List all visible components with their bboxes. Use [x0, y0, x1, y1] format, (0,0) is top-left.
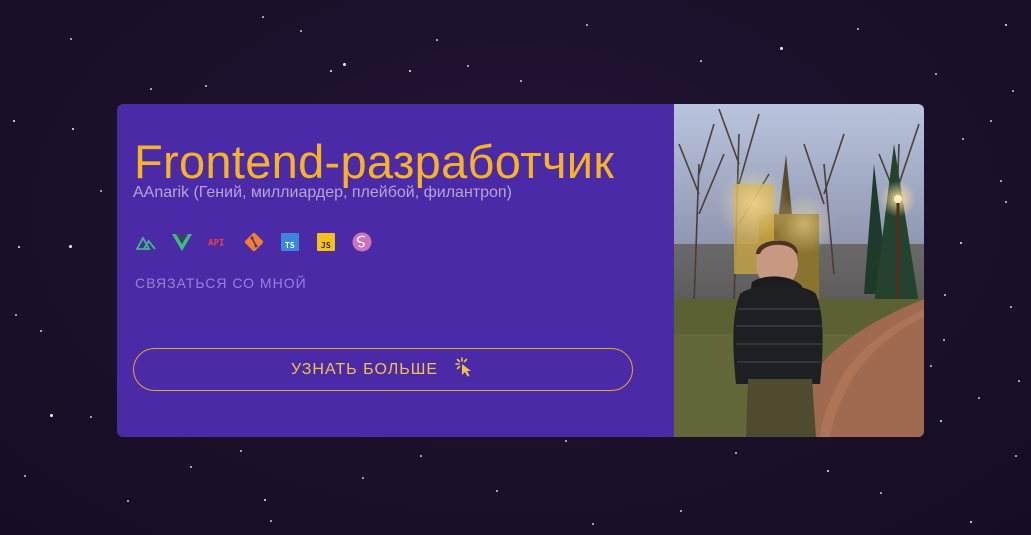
nuxt-icon	[136, 232, 156, 252]
git-icon	[244, 232, 264, 252]
page-title: Frontend-разработчик	[134, 135, 615, 188]
card-content: Frontend-разработчик AAnarik (Гений, мил…	[117, 104, 674, 437]
star	[1015, 455, 1017, 457]
star	[1005, 24, 1007, 26]
star	[343, 63, 346, 66]
star	[467, 65, 469, 67]
svg-text:API: API	[208, 239, 224, 248]
svg-text:JS: JS	[321, 241, 331, 250]
star	[935, 73, 937, 75]
star	[1005, 201, 1007, 203]
svg-text:TS: TS	[285, 241, 295, 250]
profile-photo	[674, 104, 924, 437]
subtitle: AAnarik (Гений, миллиардер, плейбой, фил…	[133, 184, 512, 201]
star	[40, 330, 42, 332]
star	[857, 28, 859, 30]
star	[962, 138, 964, 140]
vue-icon	[172, 232, 192, 252]
profile-card: Frontend-разработчик AAnarik (Гений, мил…	[117, 104, 924, 437]
star	[264, 499, 266, 501]
star	[420, 455, 422, 457]
contact-link[interactable]: СВЯЗАТЬСЯ СО МНОЙ	[135, 275, 307, 291]
pointer-click-icon	[455, 357, 475, 382]
tech-stack-icons: API TS JS	[136, 232, 388, 252]
star	[72, 128, 74, 130]
learn-more-label: УЗНАТЬ БОЛЬШЕ	[290, 360, 439, 378]
star	[735, 452, 737, 454]
star	[70, 38, 72, 40]
star	[586, 24, 588, 26]
star	[90, 416, 92, 418]
star	[930, 365, 932, 367]
star	[50, 414, 53, 417]
star	[127, 500, 129, 502]
api-icon: API	[208, 232, 228, 252]
star	[262, 16, 264, 18]
star	[970, 521, 972, 523]
star	[436, 39, 438, 41]
star	[880, 492, 882, 494]
star	[1012, 90, 1014, 92]
star	[18, 246, 20, 248]
javascript-icon: JS	[316, 232, 336, 252]
star	[680, 510, 682, 512]
star	[565, 440, 567, 442]
learn-more-button[interactable]: УЗНАТЬ БОЛЬШЕ	[133, 348, 633, 391]
star	[1018, 380, 1020, 382]
star	[190, 466, 192, 468]
star	[15, 314, 17, 316]
star	[1000, 180, 1002, 182]
star	[362, 477, 364, 479]
star	[780, 47, 783, 50]
sass-icon	[352, 232, 372, 252]
star	[300, 30, 302, 32]
star	[205, 85, 207, 87]
star	[592, 523, 594, 525]
star	[409, 70, 411, 72]
star	[13, 120, 15, 122]
star	[24, 475, 26, 477]
star	[69, 245, 72, 248]
star	[100, 190, 102, 192]
star	[827, 470, 829, 472]
star	[960, 242, 962, 244]
star	[496, 490, 498, 492]
star	[943, 339, 945, 341]
star	[330, 70, 332, 72]
star	[520, 80, 522, 82]
star	[990, 120, 992, 122]
star	[700, 60, 702, 62]
star	[270, 520, 272, 522]
star	[978, 397, 980, 399]
starfield-background: Frontend-разработчик AAnarik (Гений, мил…	[0, 0, 1031, 535]
star	[150, 88, 152, 90]
star	[1010, 306, 1012, 308]
star	[940, 420, 942, 422]
typescript-icon: TS	[280, 232, 300, 252]
star	[240, 450, 242, 452]
star	[944, 294, 946, 296]
